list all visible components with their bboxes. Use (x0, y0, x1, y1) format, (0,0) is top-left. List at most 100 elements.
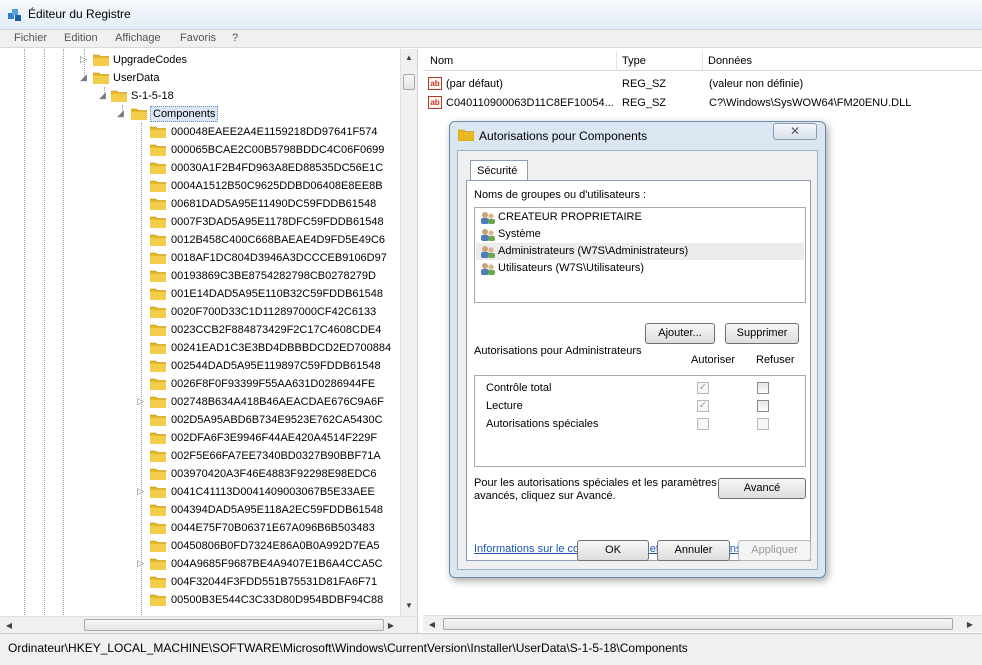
user-item-selected[interactable]: Administrateurs (W7S\Administrateurs) (476, 243, 804, 260)
folder-icon (149, 485, 167, 499)
expand-arrow-icon[interactable]: ▷ (137, 396, 146, 407)
deny-column-header: Refuser (756, 354, 795, 366)
deny-checkbox[interactable] (757, 418, 769, 430)
collapse-arrow-icon[interactable]: ◢ (99, 90, 108, 101)
column-header-donnees[interactable]: Données (708, 55, 752, 67)
tree-item-key[interactable]: 00193869C3BE8754282798CB0278279D (0, 267, 398, 285)
window-title: Éditeur du Registre (28, 7, 131, 21)
folder-icon (149, 539, 167, 553)
menu-help[interactable]: ? (232, 32, 238, 44)
allow-checkbox-checked[interactable]: ✓ (697, 382, 709, 394)
menu-affichage[interactable]: Affichage (115, 32, 161, 44)
tree-item-key[interactable]: 002DFA6F3E9946F44AE420A4514F229F (0, 429, 398, 447)
folder-icon (149, 413, 167, 427)
tree-key-label: 002748B634A418B46AEACDAE676C9A6F (171, 396, 384, 408)
value-type: REG_SZ (622, 97, 667, 109)
user-item[interactable]: Système (476, 226, 804, 243)
tree-item-key[interactable]: 003970420A3F46E4883F92298E98EDC6 (0, 465, 398, 483)
apply-button[interactable]: Appliquer (738, 540, 811, 561)
tree-item-key[interactable]: 0044E75F70B06371E67A096B6B503483 (0, 519, 398, 537)
expand-arrow-icon[interactable]: ▷ (137, 486, 146, 497)
tree-item-key[interactable]: ▷ 004A9685F9687BE4A9407E1B6A4CCA5C (0, 555, 398, 573)
tree-item-key[interactable]: ▷ 0041C41113D0041409003067B5E33AEE (0, 483, 398, 501)
tree-item-key[interactable]: 00681DAD5A95E11490DC59FDDB61548 (0, 195, 398, 213)
tree-item-key[interactable]: 00030A1F2B4FD963A8ED88535DC56E1C (0, 159, 398, 177)
tree-scroll-thumb[interactable] (403, 74, 415, 90)
tree-key-label: 0004A1512B50C9625DDBD06408E8EE8B (171, 180, 383, 192)
tree-item-key[interactable]: 00450806B0FD7324E86A0B0A992D7EA5 (0, 537, 398, 555)
tree-vertical-scrollbar[interactable]: ▲ ▼ (400, 49, 417, 617)
permission-row: Lecture ✓ (475, 397, 805, 415)
collapse-arrow-icon[interactable]: ◢ (80, 72, 89, 83)
tree-item-key[interactable]: 0026F8F0F93399F55AA631D0286944FE (0, 375, 398, 393)
tree-item-key[interactable]: 002D5A95ABD6B734E9523E762CA5430C (0, 411, 398, 429)
value-row[interactable]: ab (par défaut) REG_SZ (valeur non défin… (423, 75, 982, 93)
scroll-down-arrow-icon[interactable]: ▼ (402, 601, 416, 610)
remove-button[interactable]: Supprimer (725, 323, 799, 344)
tree-item-key[interactable]: 00500B3E544C3C33D80D954BDBF94C88 (0, 591, 398, 609)
cancel-button[interactable]: Annuler (657, 540, 730, 561)
scroll-left-arrow-icon[interactable]: ◀ (425, 620, 439, 629)
tree-item-key[interactable]: 0004A1512B50C9625DDBD06408E8EE8B (0, 177, 398, 195)
tree-item-s-1-5-18[interactable]: ◢ S-1-5-18 (0, 87, 398, 105)
tree-item-upgradecodes[interactable]: ▷ UpgradeCodes (0, 51, 398, 69)
collapse-arrow-icon[interactable]: ◢ (117, 108, 126, 119)
add-button[interactable]: Ajouter... (645, 323, 715, 344)
scroll-right-arrow-icon[interactable]: ▶ (963, 620, 977, 629)
tree-item-components[interactable]: ◢ Components (0, 105, 398, 123)
tree-item-userdata[interactable]: ◢ UserData (0, 69, 398, 87)
tree-item-key[interactable]: 000065BCAE2C00B5798BDDC4C06F0699 (0, 141, 398, 159)
ok-button[interactable]: OK (577, 540, 649, 561)
tree-item-key[interactable]: 0023CCB2F884873429F2C17C4608CDE4 (0, 321, 398, 339)
scroll-left-arrow-icon[interactable]: ◀ (2, 621, 16, 630)
value-data: C?\Windows\SysWOW64\FM20ENU.DLL (709, 97, 912, 109)
menu-edition[interactable]: Edition (64, 32, 98, 44)
permission-name: Lecture (486, 400, 523, 412)
expand-arrow-icon[interactable]: ▷ (80, 54, 89, 65)
menu-fichier[interactable]: Fichier (14, 32, 47, 44)
tree-item-key[interactable]: 000048EAEE2A4E1159218DD97641F574 (0, 123, 398, 141)
tree-item-key[interactable]: 001E14DAD5A95E110B32C59FDDB61548 (0, 285, 398, 303)
folder-icon (149, 143, 167, 157)
allow-checkbox-checked[interactable]: ✓ (697, 400, 709, 412)
tree-key-label: UpgradeCodes (113, 54, 187, 66)
allow-checkbox[interactable] (697, 418, 709, 430)
tree-item-key[interactable]: 0007F3DAD5A95E1178DFC59FDDB61548 (0, 213, 398, 231)
tab-securite[interactable]: Sécurité (470, 160, 528, 181)
tree-item-key[interactable]: 004394DAD5A95E118A2EC59FDDB61548 (0, 501, 398, 519)
tree-hscroll-thumb[interactable] (84, 619, 384, 631)
tree-key-label: 00030A1F2B4FD963A8ED88535DC56E1C (171, 162, 384, 174)
tree-item-key[interactable]: ▷ 002748B634A418B46AEACDAE676C9A6F (0, 393, 398, 411)
column-header-type[interactable]: Type (622, 55, 646, 67)
tree-item-key[interactable]: 00241EAD1C3E3BD4DBBBDCD2ED700884 (0, 339, 398, 357)
menu-favoris[interactable]: Favoris (180, 32, 216, 44)
string-value-icon: ab (428, 96, 442, 109)
value-row[interactable]: ab C040110900063D11C8EF10054... REG_SZ C… (423, 94, 982, 112)
dialog-title-bar[interactable]: Autorisations pour Components ✕ (450, 122, 825, 148)
user-item[interactable]: CREATEUR PROPRIETAIRE (476, 209, 804, 226)
expand-arrow-icon[interactable]: ▷ (137, 558, 146, 569)
scroll-right-arrow-icon[interactable]: ▶ (384, 621, 398, 630)
tree-item-key[interactable]: 0018AF1DC804D3946A3DCCCEB9106D97 (0, 249, 398, 267)
tree-key-label: 003970420A3F46E4883F92298E98EDC6 (171, 468, 377, 480)
tree-item-key[interactable]: 004F32044F3FDD551B75531D81FA6F71 (0, 573, 398, 591)
scroll-up-arrow-icon[interactable]: ▲ (402, 53, 416, 62)
registry-tree[interactable]: ▷ UpgradeCodes ◢ UserData ◢ S-1-5-18 ◢ Componen… (0, 49, 418, 633)
tree-horizontal-scrollbar[interactable]: ◀ ▶ (0, 616, 417, 633)
permission-row: Autorisations spéciales (475, 415, 805, 433)
user-item[interactable]: Utilisateurs (W7S\Utilisateurs) (476, 260, 804, 277)
deny-checkbox[interactable] (757, 400, 769, 412)
values-hscroll-thumb[interactable] (443, 618, 953, 630)
tree-item-key[interactable]: 0020F700D33C1D112897000CF42C6133 (0, 303, 398, 321)
close-icon[interactable]: ✕ (773, 123, 817, 140)
deny-checkbox[interactable] (757, 382, 769, 394)
tree-item-key[interactable]: 0012B458C400C668BAEAE4D9FD5E49C6 (0, 231, 398, 249)
column-header-nom[interactable]: Nom (430, 55, 453, 67)
value-data: (valeur non définie) (709, 78, 804, 90)
tree-item-key[interactable]: 002544DAD5A95E119897C59FDDB61548 (0, 357, 398, 375)
advanced-button[interactable]: Avancé (718, 478, 806, 499)
users-list[interactable]: CREATEUR PROPRIETAIRE Système Administra… (474, 207, 806, 303)
values-horizontal-scrollbar[interactable]: ◀ ▶ (423, 615, 982, 632)
tree-item-key[interactable]: 002F5E66FA7EE7340BD0327B90BBF71A (0, 447, 398, 465)
dialog-body: Sécurité Noms de groupes ou d'utilisateu… (457, 150, 818, 570)
